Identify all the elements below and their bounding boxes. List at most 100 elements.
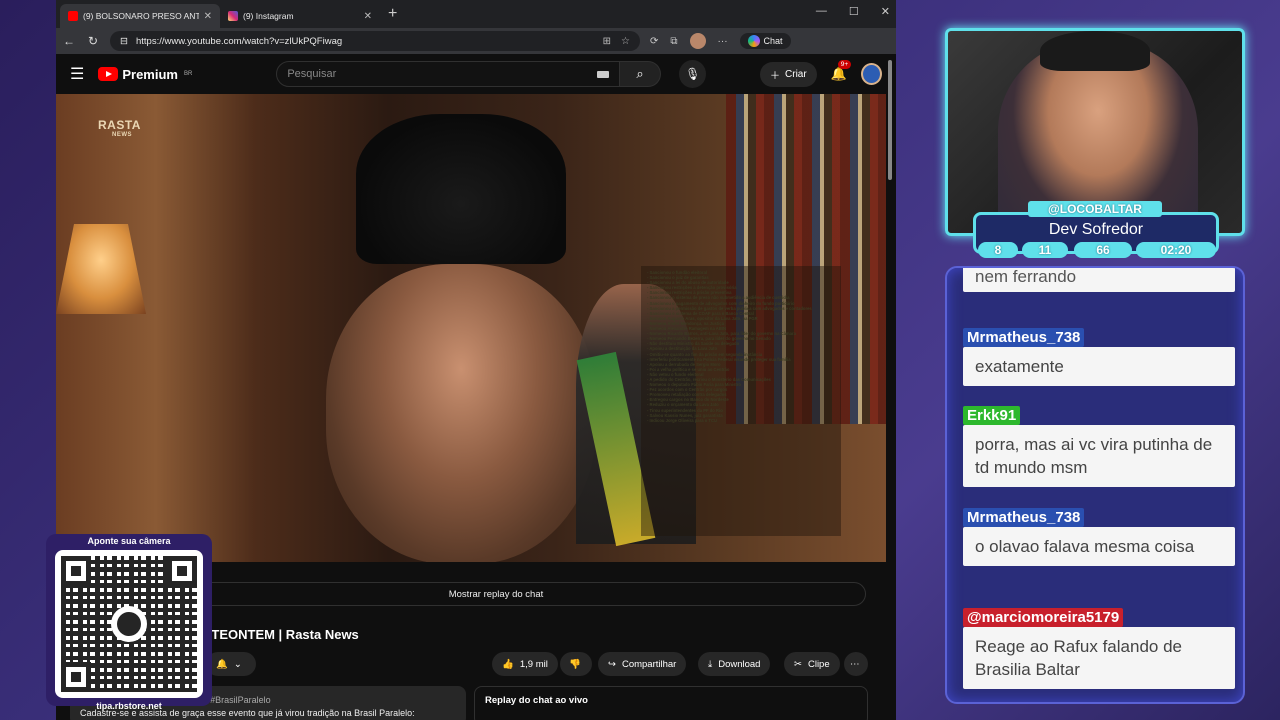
download-icon: ⤓ bbox=[708, 658, 713, 670]
share-button[interactable]: ↪ Compartilhar bbox=[598, 652, 687, 676]
like-count: 1,9 mil bbox=[519, 658, 548, 670]
chat-username: Erkk91 bbox=[963, 406, 1021, 425]
account-avatar[interactable] bbox=[860, 63, 882, 85]
url-field[interactable]: ⊟ https://www.youtube.com/watch?v=zlUkPQ… bbox=[110, 31, 640, 51]
notification-badge: 9+ bbox=[837, 60, 852, 69]
favorite-star-icon[interactable]: ☆ bbox=[621, 36, 630, 47]
search-placeholder: Pesquisar bbox=[287, 68, 337, 80]
clip-button[interactable]: ✂ Clipe bbox=[784, 652, 840, 676]
stream-title: Dev Sofredor bbox=[1048, 221, 1144, 238]
rasta-logo-sub: NEWS bbox=[112, 132, 132, 138]
thumbs-up-icon: 👍 bbox=[502, 658, 514, 670]
back-icon[interactable]: ← bbox=[62, 34, 76, 48]
bell-outline-icon: 🔔 bbox=[216, 658, 228, 670]
address-bar: ← ↻ ⊟ https://www.youtube.com/watch?v=zl… bbox=[56, 28, 896, 54]
qr-code bbox=[55, 550, 203, 698]
voice-search-button[interactable]: 🎙 bbox=[679, 60, 707, 88]
maximize-icon[interactable]: ☐ bbox=[849, 5, 859, 18]
keyboard-icon[interactable] bbox=[596, 70, 609, 78]
more-actions-button[interactable]: ⋯ bbox=[844, 652, 868, 676]
create-button[interactable]: ＋ Criar bbox=[760, 61, 817, 87]
chat-overlay: nem ferrando Mrmatheus_738 exatamente Er… bbox=[945, 266, 1245, 704]
video-title: NTEONTEM | Rasta News bbox=[202, 627, 359, 642]
chat-message-text: o olavao falava mesma coisa bbox=[963, 527, 1235, 566]
chat-message: Erkk91 porra, mas ai vc vira putinha de … bbox=[963, 406, 1235, 487]
like-button[interactable]: 👍 1,9 mil bbox=[492, 652, 558, 676]
logo-region: BR bbox=[183, 71, 193, 77]
new-tab-icon[interactable]: + bbox=[388, 5, 397, 23]
mic-icon: 🎙 bbox=[685, 67, 701, 81]
subscribe-bell-button[interactable]: 🔔 ⌄ bbox=[206, 652, 256, 676]
create-label: Criar bbox=[785, 68, 807, 80]
more-icon[interactable]: ··· bbox=[718, 36, 728, 47]
rasta-news-logo: RASTA NEWS bbox=[98, 118, 141, 138]
youtube-logo[interactable]: Premium BR bbox=[98, 67, 192, 82]
stat-3: 66 bbox=[1074, 242, 1132, 258]
download-button[interactable]: ⤓ Download bbox=[698, 652, 771, 676]
chat-message: Mrmatheus_738 o olavao falava mesma cois… bbox=[963, 508, 1235, 566]
reload-icon[interactable]: ↻ bbox=[86, 34, 100, 48]
extensions-icon[interactable]: ⟳ bbox=[650, 36, 658, 47]
show-chat-replay-button[interactable]: Mostrar replay do chat bbox=[126, 582, 866, 606]
collections-icon[interactable]: ⧉ bbox=[670, 36, 677, 47]
chat-username: Mrmatheus_738 bbox=[963, 328, 1085, 347]
chat-username: @marciomoreira5179 bbox=[963, 608, 1124, 627]
copilot-chat-button[interactable]: Chat bbox=[739, 33, 791, 49]
chat-label: Chat bbox=[763, 36, 783, 46]
chat-replay-title: Replay do chat ao vivo bbox=[485, 695, 588, 706]
qr-pattern bbox=[61, 556, 197, 692]
qr-bottom-text: tipa.rbstore.net bbox=[96, 701, 162, 711]
profile-avatar[interactable] bbox=[689, 33, 706, 49]
tab-bar: (9) BOLSONARO PRESO ANTE ✕ (9) Instagram… bbox=[56, 0, 896, 28]
stat-1: 8 bbox=[978, 242, 1018, 258]
qr-top-text: Aponte sua câmera bbox=[87, 536, 171, 546]
search-icon: ⌕ bbox=[636, 66, 644, 81]
plus-icon: ＋ bbox=[770, 70, 781, 82]
chat-message: Mrmatheus_738 exatamente bbox=[963, 328, 1235, 386]
download-label: Download bbox=[718, 658, 761, 670]
rasta-logo-text: RASTA bbox=[98, 118, 141, 132]
chat-message: nem ferrando bbox=[963, 268, 1235, 292]
page-scrollbar[interactable] bbox=[888, 56, 894, 716]
search-input[interactable]: Pesquisar bbox=[276, 61, 620, 87]
presenter-image bbox=[326, 264, 596, 562]
tab-instagram[interactable]: (9) Instagram ✕ bbox=[220, 4, 380, 28]
minimize-icon[interactable]: — bbox=[816, 5, 827, 18]
dislike-button[interactable]: 👎 bbox=[560, 652, 592, 676]
video-player[interactable]: - Sancionou o fundão eleitoral - Sanciono… bbox=[56, 94, 886, 562]
chevron-down-icon: ⌄ bbox=[233, 658, 242, 670]
qr-widget: Aponte sua câmera tipa.rbstore.net bbox=[46, 534, 212, 711]
window-controls: — ☐ ✕ bbox=[816, 5, 890, 18]
copilot-icon bbox=[747, 35, 760, 47]
stat-2: 11 bbox=[1022, 242, 1068, 258]
more-icon: ⋯ bbox=[850, 658, 860, 670]
youtube-header: ☰ Premium BR Pesquisar ⌕ 🎙 ＋ Criar 🔔 9+ bbox=[56, 54, 896, 94]
top-hat-image bbox=[356, 114, 566, 264]
youtube-favicon-icon bbox=[68, 11, 78, 21]
lamp-image bbox=[56, 224, 146, 314]
share-label: Compartilhar bbox=[621, 658, 677, 670]
chat-username: Mrmatheus_738 bbox=[963, 508, 1085, 527]
menu-icon[interactable]: ☰ bbox=[70, 64, 84, 84]
apps-icon[interactable]: ⊞ bbox=[603, 36, 611, 47]
youtube-play-icon bbox=[98, 67, 119, 81]
site-info-icon[interactable]: ⊟ bbox=[120, 36, 128, 47]
tab-youtube[interactable]: (9) BOLSONARO PRESO ANTE ✕ bbox=[60, 4, 220, 28]
clip-label: Clipe bbox=[807, 658, 830, 670]
close-window-icon[interactable]: ✕ bbox=[881, 5, 890, 18]
search-button[interactable]: ⌕ bbox=[619, 61, 662, 87]
logo-text: Premium bbox=[122, 66, 178, 82]
thumbs-down-icon: 👎 bbox=[569, 658, 581, 670]
chat-message-text: nem ferrando bbox=[963, 268, 1235, 292]
notifications-button[interactable]: 🔔 9+ bbox=[831, 60, 852, 82]
replay-label: Mostrar replay do chat bbox=[448, 588, 544, 600]
stat-timer: 02:20 bbox=[1136, 242, 1216, 258]
close-tab-icon[interactable]: ✕ bbox=[204, 11, 212, 22]
chat-replay-panel: Replay do chat ao vivo bbox=[474, 686, 868, 720]
chat-message: @marciomoreira5179 Reage ao Rafux faland… bbox=[963, 608, 1235, 689]
streamer-handle: @LOCOBALTAR bbox=[1028, 201, 1162, 217]
chat-message-text: porra, mas ai vc vira putinha de td mund… bbox=[963, 425, 1235, 487]
instagram-favicon-icon bbox=[228, 11, 238, 21]
share-icon: ↪ bbox=[608, 658, 616, 670]
close-tab-icon[interactable]: ✕ bbox=[364, 11, 372, 22]
